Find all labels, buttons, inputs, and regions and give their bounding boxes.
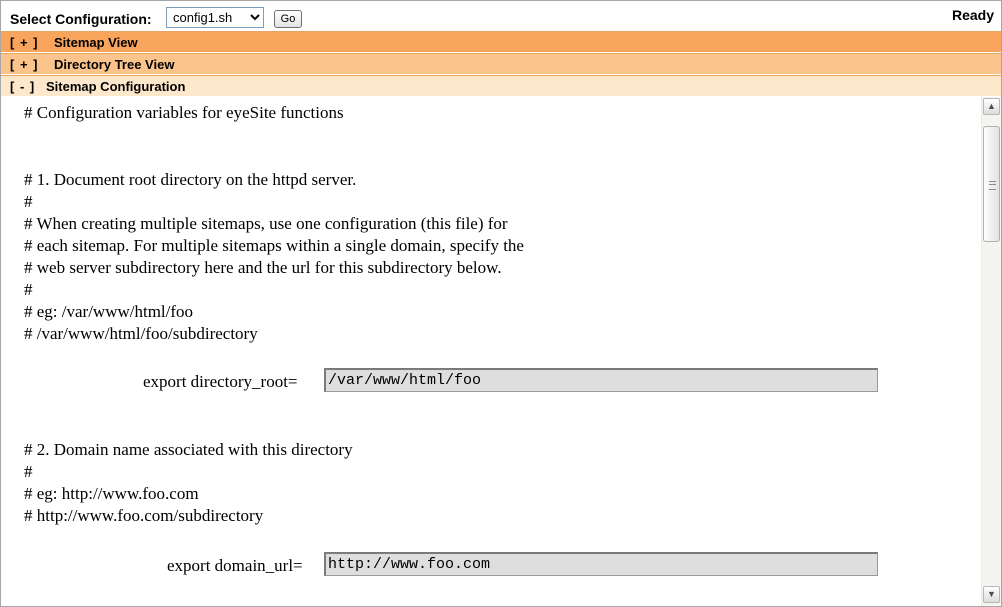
expand-toggle[interactable]: [ + ] — [10, 57, 38, 72]
panel-header-sitemap-configuration[interactable]: [ - ] Sitemap Configuration — [1, 75, 1001, 96]
config-comment-line: # Configuration variables for eyeSite fu… — [24, 103, 344, 122]
config-comment-line: # http://www.foo.com/subdirectory — [24, 506, 264, 525]
status-text: Ready — [951, 7, 994, 23]
config-comment-line: # /var/www/html/foo/subdirectory — [24, 324, 258, 343]
config-toolbar: Select Configuration: config1.sh Go Read… — [1, 1, 1001, 31]
config-comment-line: # web server subdirectory here and the u… — [24, 258, 502, 277]
config-comment-line: # — [24, 280, 33, 299]
panel-title: Sitemap View — [54, 35, 138, 50]
config-comment-line: # When creating multiple sitemaps, use o… — [24, 214, 508, 233]
panel-header-directory-tree-view[interactable]: [ + ] Directory Tree View — [1, 53, 1001, 74]
go-button[interactable]: Go — [274, 10, 302, 28]
collapse-toggle[interactable]: [ - ] — [10, 79, 35, 94]
scroll-up-arrow-icon[interactable]: ▲ — [983, 98, 1000, 115]
domain-url-input[interactable] — [324, 552, 878, 576]
select-configuration-label: Select Configuration: — [10, 11, 152, 27]
directory-root-input[interactable] — [324, 368, 878, 392]
configuration-editor: # Configuration variables for eyeSite fu… — [1, 97, 979, 606]
directory-root-label: export directory_root= — [143, 372, 298, 391]
vertical-scrollbar[interactable]: ▲ ▼ — [981, 97, 1001, 606]
config-comment-line: # 2. Domain name associated with this di… — [24, 440, 353, 459]
config-comment-line: # each sitemap. For multiple sitemaps wi… — [24, 236, 524, 255]
domain-url-label: export domain_url= — [167, 556, 303, 575]
grip-icon — [989, 181, 996, 190]
expand-toggle[interactable]: [ + ] — [10, 35, 38, 50]
configuration-select[interactable]: config1.sh — [166, 7, 264, 28]
config-comment-line: # eg: /var/www/html/foo — [24, 302, 194, 321]
config-comment-line: # eg: http://www.foo.com — [24, 484, 199, 503]
scroll-down-arrow-icon[interactable]: ▼ — [983, 586, 1000, 603]
scroll-thumb[interactable] — [983, 126, 1000, 242]
config-comment-line: # 1. Document root directory on the http… — [24, 170, 357, 189]
panel-title: Directory Tree View — [54, 57, 175, 72]
panel-title: Sitemap Configuration — [46, 79, 186, 94]
app-frame: Select Configuration: config1.sh Go Read… — [0, 0, 1002, 607]
config-comment-line: # — [24, 462, 33, 481]
panel-header-sitemap-view[interactable]: [ + ] Sitemap View — [1, 31, 1001, 52]
config-comment-line: # — [24, 192, 33, 211]
